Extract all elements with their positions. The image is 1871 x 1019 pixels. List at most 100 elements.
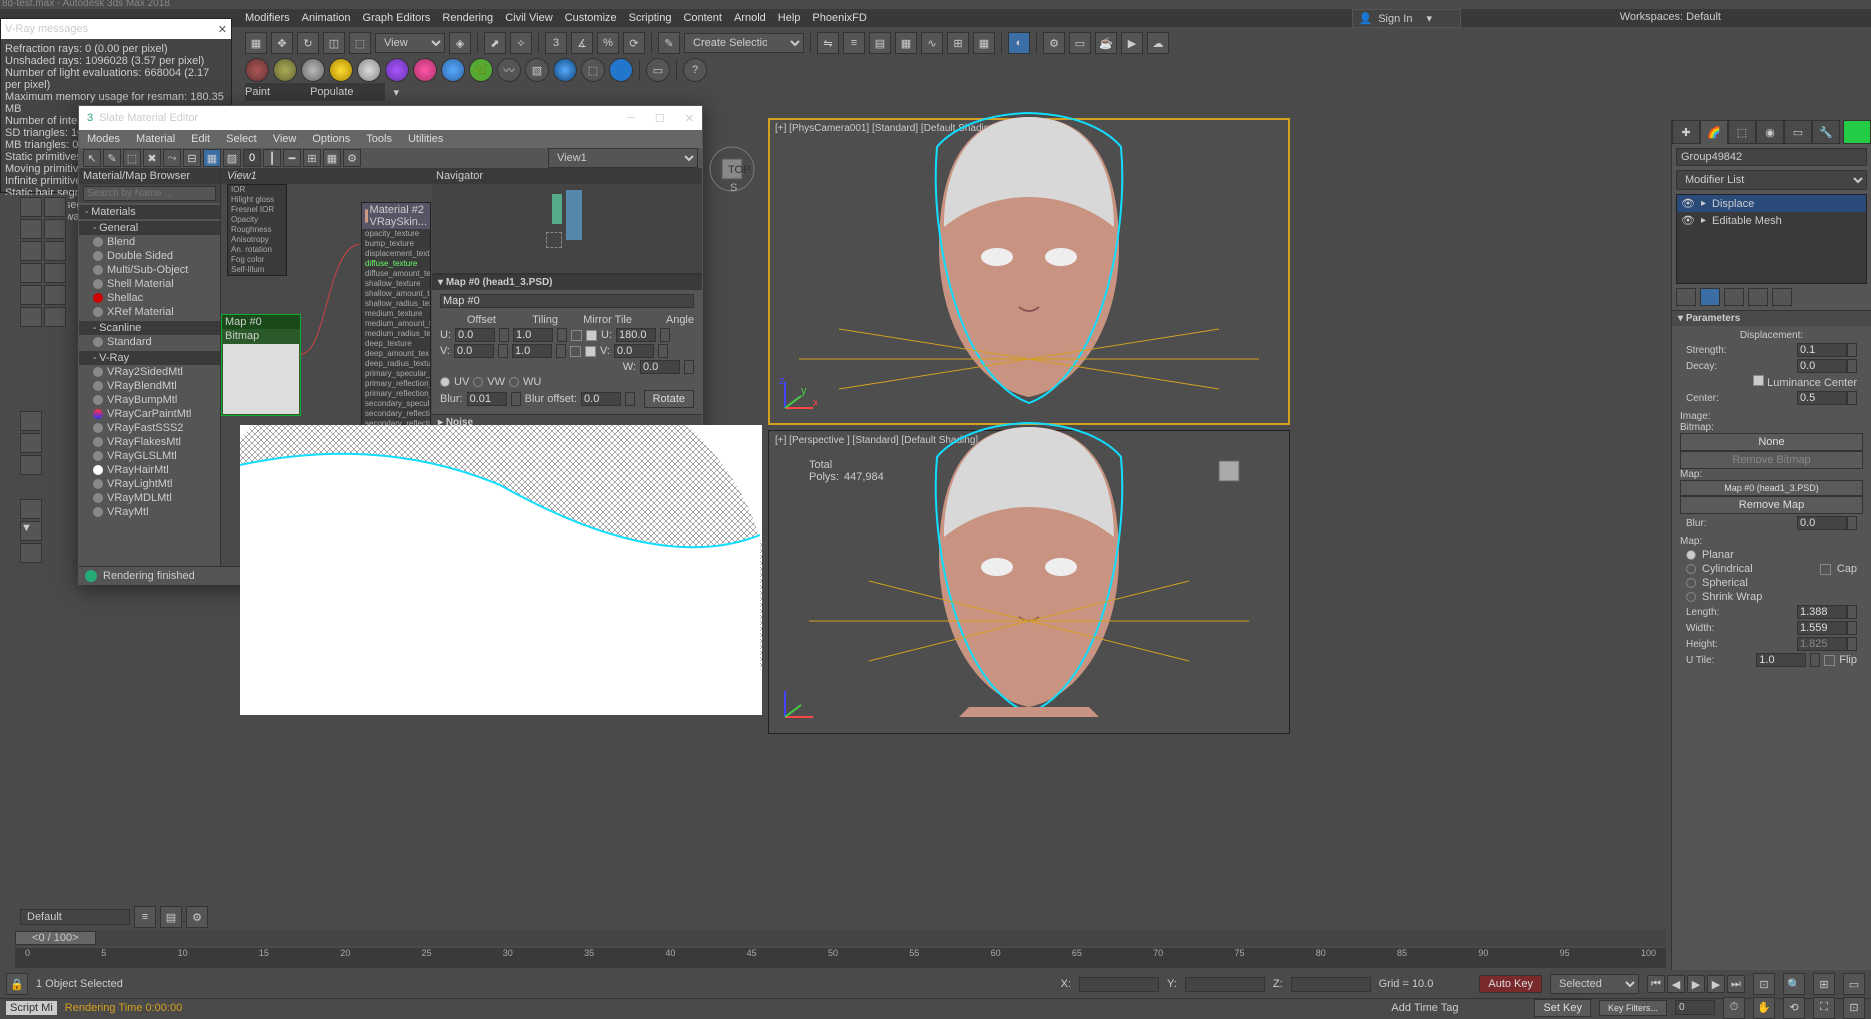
slate-menu-utilities[interactable]: Utilities (408, 133, 443, 145)
mat-vray2sided[interactable]: VRay2SidedMtl (79, 365, 220, 379)
align-icon[interactable]: ≡ (843, 32, 865, 54)
geosphere-icon[interactable] (441, 58, 465, 82)
matlib-icon[interactable]: ▦ (973, 32, 995, 54)
showmap-icon[interactable]: ▦ (203, 149, 221, 167)
v-angle-input[interactable] (614, 344, 654, 358)
orbit-icon[interactable]: ⟲ (1783, 997, 1805, 1019)
hide-children-icon[interactable]: ⊟ (183, 149, 201, 167)
stack-editablemesh[interactable]: 👁▸ Editable Mesh (1677, 212, 1866, 229)
parameters-header[interactable]: Parameters (1672, 311, 1871, 326)
viewport-top-wireframe[interactable] (240, 425, 762, 715)
keyfilters-button[interactable]: Key Filters... (1599, 1000, 1667, 1016)
uv-radio[interactable] (440, 377, 450, 387)
utile-input[interactable] (1756, 653, 1806, 667)
spinner-icon[interactable] (660, 328, 670, 342)
material-editor-icon[interactable]: ◐ (1008, 32, 1030, 54)
mat-standard[interactable]: Standard (79, 335, 220, 349)
flip-check[interactable] (1824, 655, 1835, 666)
decay-input[interactable] (1797, 359, 1847, 373)
layers-icon[interactable]: ▤ (869, 32, 891, 54)
blur-input[interactable] (467, 392, 507, 406)
modifier-stack[interactable]: 👁▸ Displace 👁▸ Editable Mesh (1676, 194, 1867, 284)
menu-scripting[interactable]: Scripting (629, 12, 672, 24)
chevron-down-icon[interactable]: ▾ (394, 86, 400, 99)
mat-vraymtl[interactable]: VRayMtl (79, 505, 220, 519)
autokey-button[interactable]: Auto Key (1479, 975, 1542, 993)
rotate-icon[interactable]: ↻ (297, 32, 319, 54)
map-assign-button[interactable]: Map #0 (head1_3.PSD) (1680, 480, 1863, 496)
tab-hierarchy-icon[interactable]: ⬚ (1728, 120, 1756, 144)
mat-vraylight[interactable]: VRayLightMtl (79, 477, 220, 491)
signin-button[interactable]: 👤 Sign In ▾ (1352, 9, 1461, 28)
selset-icon[interactable] (20, 499, 42, 519)
snap-icon[interactable]: 3 (545, 32, 567, 54)
expand-icon[interactable] (20, 543, 42, 563)
timetag-label[interactable]: Add Time Tag (1391, 1002, 1458, 1014)
spinner-icon[interactable] (1847, 391, 1857, 405)
menu-content[interactable]: Content (683, 12, 722, 24)
hair-icon[interactable]: 〰 (497, 58, 521, 82)
cat-materials[interactable]: - Materials (79, 205, 220, 219)
menu-grapheditors[interactable]: Graph Editors (363, 12, 431, 24)
spinner-icon[interactable] (625, 392, 635, 406)
u-mirror-check[interactable] (571, 330, 582, 341)
spherical-radio[interactable] (1686, 578, 1696, 588)
mat-shell[interactable]: Shell Material (79, 277, 220, 291)
center-input[interactable] (1797, 391, 1847, 405)
current-frame-input[interactable] (1675, 1000, 1715, 1015)
blue-ball-icon[interactable] (609, 58, 633, 82)
viewcube-icon[interactable]: TOP S (708, 145, 756, 193)
container-icon[interactable]: ▭ (646, 58, 670, 82)
play-icon[interactable]: ▶ (1687, 975, 1705, 993)
spinner-icon[interactable] (684, 360, 694, 374)
display-helpers-icon[interactable] (20, 263, 42, 283)
slate-menu-select[interactable]: Select (226, 133, 257, 145)
spinner-snap-icon[interactable]: ⟳ (623, 32, 645, 54)
assignmat-icon[interactable]: ⬚ (123, 149, 141, 167)
menu-rendering[interactable]: Rendering (442, 12, 493, 24)
shelf-populate[interactable]: Populate (310, 86, 353, 98)
move-icon[interactable]: ✥ (271, 32, 293, 54)
mat-shellac[interactable]: Shellac (79, 291, 220, 305)
vw-radio[interactable] (473, 377, 483, 387)
plant-icon[interactable]: 🌿 (469, 58, 493, 82)
show-end-result-icon[interactable] (1700, 288, 1720, 306)
layout-h-icon[interactable]: ━ (283, 149, 301, 167)
select-region-icon[interactable]: ▦ (245, 32, 267, 54)
v-tiling-input[interactable] (512, 344, 552, 358)
stack-displace[interactable]: 👁▸ Displace (1677, 195, 1866, 212)
cylindrical-radio[interactable] (1686, 564, 1696, 574)
cap-check[interactable] (1820, 564, 1831, 575)
layout-all-icon[interactable]: ⊞ (303, 149, 321, 167)
menu-customize[interactable]: Customize (565, 12, 617, 24)
slate-menu-view[interactable]: View (273, 133, 297, 145)
display-geom-icon[interactable] (20, 219, 42, 239)
pivot-icon[interactable]: ◈ (449, 32, 471, 54)
mat-multisub[interactable]: Multi/Sub-Object (79, 263, 220, 277)
spinner-icon[interactable] (498, 344, 508, 358)
angle-snap-icon[interactable]: ∡ (571, 32, 593, 54)
matlib-btn-icon[interactable]: ▦ (323, 149, 341, 167)
spinner-icon[interactable] (1847, 516, 1857, 530)
display-shapes-icon[interactable] (44, 219, 66, 239)
planar-radio[interactable] (1686, 550, 1696, 560)
menu-help[interactable]: Help (778, 12, 801, 24)
sphere-red-icon[interactable] (245, 58, 269, 82)
selectlink-icon[interactable]: ⬈ (484, 32, 506, 54)
scene-explorer-collapse[interactable] (0, 195, 18, 971)
time-slider-handle[interactable]: < 0 / 100 > (15, 931, 96, 945)
move-children-icon[interactable]: ⤳ (163, 149, 181, 167)
render-frame-icon[interactable]: ▭ (1069, 32, 1091, 54)
ref-coord-select[interactable]: View (375, 33, 445, 53)
sort-icon[interactable] (20, 411, 42, 431)
assign-icon[interactable]: ⬚ (581, 58, 605, 82)
fov-icon[interactable]: ▭ (1843, 973, 1865, 995)
layer-add-icon[interactable]: ▤ (160, 906, 182, 928)
sun-icon[interactable] (329, 58, 353, 82)
bluroffset-input[interactable] (581, 392, 621, 406)
layer-options-icon[interactable]: ⚙ (186, 906, 208, 928)
menu-civilview[interactable]: Civil View (505, 12, 552, 24)
length-input[interactable] (1797, 605, 1847, 619)
curve-editor-icon[interactable]: ∿ (921, 32, 943, 54)
viewport-perspective[interactable]: [+] [Perspective ] [Standard] [Default S… (768, 430, 1290, 734)
